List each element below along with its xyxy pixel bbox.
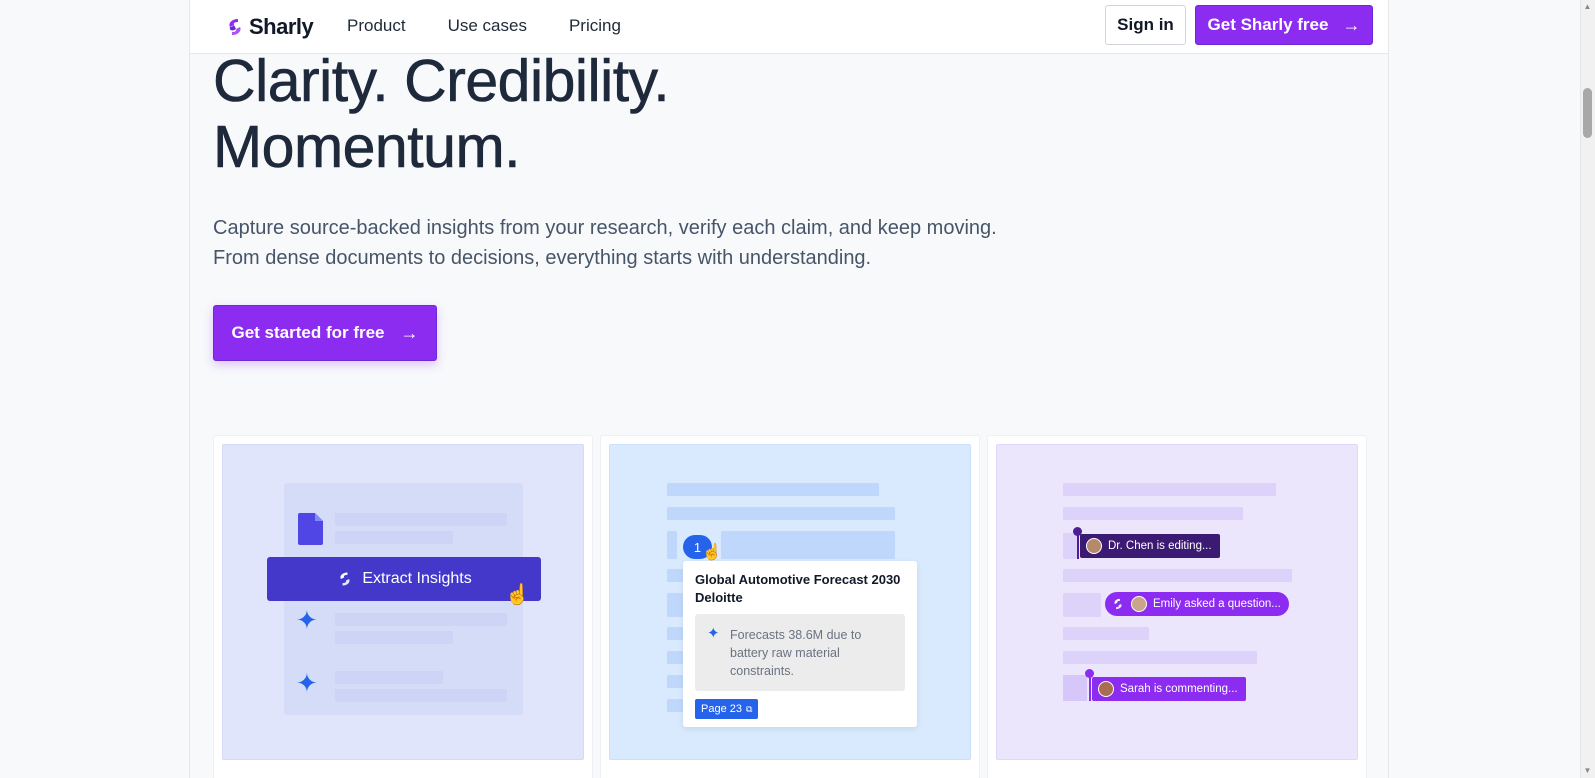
avatar (1086, 538, 1102, 554)
collaboration-illustration: Dr. Chen is editing... Emily asked a que… (996, 444, 1358, 760)
subtext-line-1: Capture source-backed insights from your… (213, 217, 997, 239)
feature-card-citation: 1 ☝ Global Automotive Forecast 2030 Delo… (600, 435, 980, 778)
get-started-button[interactable]: Get started for free → (213, 305, 437, 361)
extract-insights-button[interactable]: Extract Insights (267, 557, 541, 601)
text-line (667, 483, 879, 496)
external-link-icon: ⧉ (745, 703, 753, 714)
top-nav: Sharly Product Use cases Pricing Sign in… (190, 0, 1388, 54)
text-line (335, 531, 453, 544)
scroll-up-icon[interactable]: ▲ (1583, 2, 1592, 12)
extract-illustration: Extract Insights ☝ ✦ ✦ (222, 444, 584, 760)
text-line (667, 507, 895, 520)
text-line (667, 651, 683, 664)
text-line (667, 569, 683, 582)
presence-pill-editing: Dr. Chen is editing... (1080, 534, 1220, 558)
sparkle-icon: ✦ (707, 625, 720, 642)
get-sharly-free-button[interactable]: Get Sharly free → (1195, 5, 1373, 45)
hand-cursor-icon: ☝ (505, 584, 530, 606)
text-line (667, 593, 683, 617)
nav-link-product[interactable]: Product (347, 16, 406, 36)
nav-link-use-cases[interactable]: Use cases (448, 16, 527, 36)
nav-link-pricing[interactable]: Pricing (569, 16, 621, 36)
sparkle-icon: ✦ (296, 605, 318, 635)
avatar (1131, 596, 1147, 612)
citation-popover: Global Automotive Forecast 2030 Deloitte… (683, 561, 917, 727)
presence-text: Dr. Chen is editing... (1108, 540, 1212, 552)
citation-illustration: 1 ☝ Global Automotive Forecast 2030 Delo… (609, 444, 971, 760)
text-line (1063, 627, 1149, 640)
feature-card-collaboration: Dr. Chen is editing... Emily asked a que… (987, 435, 1367, 778)
presence-pill-commenting: Sarah is commenting... (1092, 677, 1246, 701)
text-line (335, 689, 507, 702)
avatar (1098, 681, 1114, 697)
arrow-right-icon: → (400, 322, 419, 343)
hero-subtext: Capture source-backed insights from your… (213, 213, 1113, 273)
text-line (667, 531, 677, 559)
file-icon (298, 513, 323, 545)
scroll-down-icon[interactable]: ▼ (1583, 766, 1592, 776)
hero-headline: Clarity. Credibility. Momentum. (213, 48, 670, 181)
extract-insights-label: Extract Insights (362, 570, 472, 587)
text-line (335, 631, 453, 644)
sharly-logo-icon (229, 19, 241, 35)
sign-in-button[interactable]: Sign in (1105, 5, 1186, 45)
sharly-logo-icon (340, 572, 350, 586)
text-line (667, 675, 683, 688)
source-title: Global Automotive Forecast 2030 Deloitte (695, 572, 901, 605)
scrollbar-thumb[interactable] (1583, 88, 1592, 138)
presence-pill-question: Emily asked a question... (1105, 592, 1289, 616)
arrow-right-icon: → (1342, 14, 1361, 35)
text-line (1063, 507, 1243, 520)
sharly-logo[interactable]: Sharly (224, 14, 314, 40)
headline-line-2: Momentum. (213, 114, 521, 181)
nav-links: Product Use cases Pricing (347, 16, 663, 36)
presence-text: Emily asked a question... (1153, 598, 1281, 610)
text-line (1063, 533, 1077, 559)
text-line (667, 699, 683, 712)
text-line (667, 627, 683, 640)
hand-cursor-icon: ☝ (702, 544, 722, 561)
source-quote: ✦ Forecasts 38.6M due to battery raw mat… (695, 614, 905, 691)
sparkle-icon: ✦ (296, 668, 318, 698)
get-started-label: Get started for free (231, 323, 385, 342)
vertical-scrollbar[interactable]: ▲ ▼ (1580, 0, 1595, 778)
text-line (335, 513, 507, 526)
highlighted-line (721, 531, 895, 559)
get-sharly-free-label: Get Sharly free (1207, 15, 1329, 34)
text-line (335, 671, 443, 684)
text-line (1063, 593, 1101, 617)
brand-name: Sharly (249, 14, 314, 39)
sharly-logo-icon (1114, 598, 1122, 610)
text-line (1063, 651, 1257, 664)
feature-card-extract: Extract Insights ☝ ✦ ✦ (213, 435, 593, 778)
text-line (335, 613, 507, 626)
text-line (1063, 675, 1087, 701)
page-link[interactable]: Page 23 ⧉ (695, 699, 759, 719)
subtext-line-2: From dense documents to decisions, every… (213, 247, 872, 269)
text-line (1063, 569, 1292, 582)
text-line (1063, 483, 1276, 496)
quote-text: Forecasts 38.6M due to battery raw mater… (730, 628, 862, 678)
page: Sharly Product Use cases Pricing Sign in… (189, 0, 1389, 778)
presence-text: Sarah is commenting... (1120, 683, 1238, 695)
headline-line-1: Clarity. Credibility. (213, 48, 670, 115)
page-link-label: Page 23 (701, 703, 742, 715)
